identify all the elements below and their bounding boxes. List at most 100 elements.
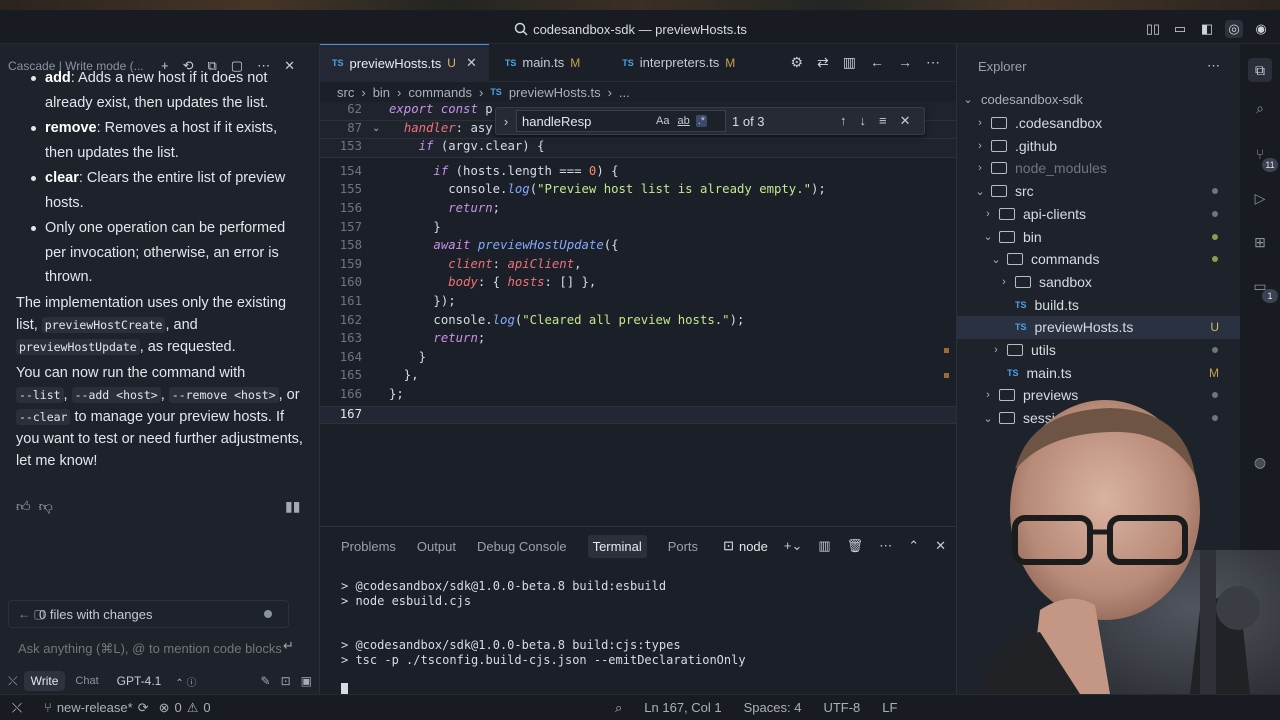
breadcrumb-item[interactable]: previewHosts.ts xyxy=(509,85,601,100)
chevron-right-icon[interactable]: › xyxy=(973,162,987,174)
tree-file-maints[interactable]: TS main.ts M xyxy=(957,361,1241,384)
more-actions-icon[interactable]: ⋯ xyxy=(926,54,940,71)
sync-icon[interactable]: ⟳ xyxy=(138,700,149,716)
toggle-sidebar-icon[interactable]: ◧ xyxy=(1198,20,1216,38)
tab-interpreters[interactable]: TS interpreters.ts M xyxy=(610,44,747,82)
toggle-panel-icon[interactable]: ▭ xyxy=(1171,20,1189,38)
remote-indicator-icon[interactable]: ⤬ xyxy=(0,695,34,720)
more-icon[interactable]: ⋯ xyxy=(879,538,892,554)
line-ending[interactable]: LF xyxy=(882,700,897,715)
breadcrumb-item[interactable]: commands xyxy=(408,85,472,100)
tab-main[interactable]: TS main.ts M xyxy=(489,44,610,82)
more-icon[interactable]: ⋯ xyxy=(1207,58,1240,74)
branch-indicator[interactable]: ⑂ new-release* ⟳ xyxy=(44,700,149,716)
chevron-down-icon[interactable]: ⌄ xyxy=(989,253,1003,266)
arrow-left-icon[interactable]: ← xyxy=(870,54,884,71)
back-file-icon[interactable]: ← ▢ xyxy=(18,607,45,621)
extensions-icon[interactable]: ⊞ xyxy=(1248,230,1272,254)
remote-mode-icon[interactable]: ⤬ xyxy=(8,674,18,689)
tab-ports[interactable]: Ports xyxy=(668,539,698,554)
insights-icon[interactable]: ▮▮ xyxy=(285,498,300,515)
find-in-selection-icon[interactable]: ≡ xyxy=(879,113,887,129)
arrow-right-icon[interactable]: → xyxy=(898,54,912,71)
tree-folder-codesandbox[interactable]: › .codesandbox xyxy=(957,112,1241,135)
code-line[interactable]: 162 console.log("Cleared all preview hos… xyxy=(320,313,956,332)
tree-folder-utils[interactable]: › utils xyxy=(957,339,1241,362)
tab-previewhosts[interactable]: TS previewHosts.ts U ✕ xyxy=(320,43,489,82)
breadcrumb-item[interactable]: bin xyxy=(373,85,390,100)
tree-folder-apiclients[interactable]: › api-clients xyxy=(957,203,1241,226)
code-line[interactable]: 161 }); xyxy=(320,294,956,313)
arrow-down-icon[interactable]: ↓ xyxy=(860,113,867,129)
tree-folder-nodemodules[interactable]: › node_modules xyxy=(957,157,1241,180)
tree-folder-sandbox[interactable]: › sandbox xyxy=(957,271,1241,294)
image-icon[interactable]: ▣ xyxy=(301,674,312,688)
code-line[interactable]: 167 xyxy=(320,405,956,425)
code-line[interactable]: 158 await previewHostUpdate({ xyxy=(320,238,956,257)
code-line[interactable]: 164 } xyxy=(320,350,956,369)
tab-debug-console[interactable]: Debug Console xyxy=(477,539,567,554)
attach-icon[interactable]: ⊡ xyxy=(281,674,291,688)
close-icon[interactable]: ✕ xyxy=(900,113,911,129)
layout-icon[interactable]: ▯▯ xyxy=(1144,20,1162,38)
code-line[interactable]: 166}; xyxy=(320,387,956,406)
chevron-right-icon[interactable]: › xyxy=(989,344,1003,356)
code-line[interactable]: 156 return; xyxy=(320,201,956,220)
terminal-selector[interactable]: ⊡ node xyxy=(723,538,768,554)
indentation[interactable]: Spaces: 4 xyxy=(744,700,802,715)
sticky-scroll-line[interactable]: 153 if (argv.clear) { xyxy=(320,139,956,158)
chat-input[interactable] xyxy=(8,636,300,660)
account-icon[interactable]: ◉ xyxy=(1252,20,1270,38)
breadcrumb-item[interactable]: ... xyxy=(619,85,630,100)
chevron-down-icon[interactable]: ⌄ xyxy=(973,185,987,198)
whole-word-toggle[interactable]: ab xyxy=(675,115,691,127)
tree-file-previewhoststs[interactable]: TS previewHosts.ts U xyxy=(957,316,1241,339)
code-editor[interactable]: 62 export const p 87 handler: asy 153 if (a… xyxy=(320,102,956,526)
edit-icon[interactable]: ✎ xyxy=(261,674,271,688)
thumbs-up-icon[interactable]: 👍︎ xyxy=(16,498,31,515)
code-line[interactable]: 157 } xyxy=(320,220,956,239)
tab-output[interactable]: Output xyxy=(417,539,456,554)
tree-folder-commands[interactable]: ⌄ commands xyxy=(957,248,1241,271)
search-icon[interactable]: ⌕ xyxy=(1248,96,1272,120)
tab-problems[interactable]: Problems xyxy=(341,539,396,554)
submit-icon[interactable]: ↵ xyxy=(283,638,294,654)
trash-icon[interactable]: 🗑︎ xyxy=(847,538,864,554)
new-terminal-icon[interactable]: +⌄ xyxy=(784,538,802,554)
zoom-icon[interactable]: ⌕ xyxy=(615,700,622,716)
encoding[interactable]: UTF-8 xyxy=(823,700,860,715)
code-line[interactable]: 163 return; xyxy=(320,331,956,350)
tree-folder-github[interactable]: › .github xyxy=(957,134,1241,157)
thumbs-down-icon[interactable]: 👎︎ xyxy=(39,498,53,515)
find-input[interactable] xyxy=(522,113,650,129)
model-selector[interactable]: GPT-4.1 xyxy=(109,671,170,691)
split-terminal-icon[interactable]: ▥ xyxy=(818,538,830,554)
chevron-up-icon[interactable]: ⌃ ⓘ xyxy=(175,674,196,689)
settings-gear-icon[interactable]: ⚙ xyxy=(790,54,803,71)
cascade-icon[interactable]: ◎ xyxy=(1225,20,1243,38)
write-mode-button[interactable]: Write xyxy=(23,671,66,691)
code-line[interactable]: 159 client: apiClient, xyxy=(320,257,956,276)
regex-toggle[interactable]: .* xyxy=(695,115,708,127)
chevron-down-icon[interactable]: ⌄ xyxy=(981,230,995,243)
chevron-right-icon[interactable]: › xyxy=(981,208,995,220)
tab-terminal[interactable]: Terminal xyxy=(587,534,647,558)
tree-root[interactable]: ⌄ codesandbox-sdk xyxy=(957,88,1241,111)
breadcrumb-item[interactable]: src xyxy=(337,85,354,100)
code-line[interactable]: 165 }, xyxy=(320,368,956,387)
tree-file-buildts[interactable]: TS build.ts xyxy=(957,293,1241,316)
split-editor-icon[interactable]: ▥ xyxy=(843,54,856,71)
chevron-right-icon[interactable]: › xyxy=(973,140,987,152)
chat-mode-button[interactable]: Chat xyxy=(71,672,102,690)
code-line[interactable]: 160 body: { hosts: [] }, xyxy=(320,275,956,294)
files-changed-bar[interactable]: ← ▢ 0 files with changes xyxy=(8,600,289,628)
chevron-right-icon[interactable]: › xyxy=(997,276,1011,288)
maximize-panel-icon[interactable]: ⌃ xyxy=(908,538,919,554)
close-tab-icon[interactable]: ✕ xyxy=(466,55,477,71)
fold-chevron-icon[interactable]: ⌄ xyxy=(372,123,380,134)
code-line[interactable]: 155 console.log("Preview host list is al… xyxy=(320,182,956,201)
chevron-right-icon[interactable]: › xyxy=(973,117,987,129)
problems-indicator[interactable]: ⊗ 0 ⚠ 0 xyxy=(159,700,211,716)
tree-folder-src[interactable]: ⌄ src xyxy=(957,180,1241,203)
match-case-toggle[interactable]: Aa xyxy=(654,115,671,127)
